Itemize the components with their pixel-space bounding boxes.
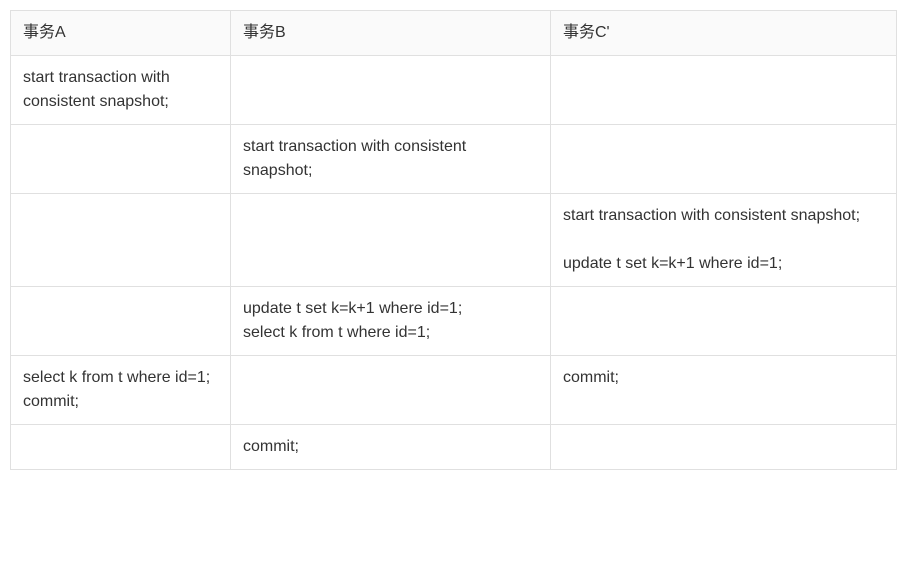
cell: commit; [231, 425, 551, 470]
table-header-row: 事务A 事务B 事务C' [11, 11, 897, 56]
cell [231, 56, 551, 125]
cell: commit; [551, 356, 897, 425]
header-transaction-c: 事务C' [551, 11, 897, 56]
header-transaction-b: 事务B [231, 11, 551, 56]
table-row: update t set k=k+1 where id=1; select k … [11, 287, 897, 356]
table-row: start transaction with consistent snapsh… [11, 125, 897, 194]
table-row: start transaction with consistent snapsh… [11, 56, 897, 125]
table-row: commit; [11, 425, 897, 470]
cell [231, 356, 551, 425]
table-row: start transaction with consistent snapsh… [11, 194, 897, 287]
cell: start transaction with consistent snapsh… [231, 125, 551, 194]
transaction-table: 事务A 事务B 事务C' start transaction with cons… [10, 10, 897, 470]
header-transaction-a: 事务A [11, 11, 231, 56]
cell [551, 425, 897, 470]
cell [231, 194, 551, 287]
cell [11, 287, 231, 356]
cell [551, 56, 897, 125]
cell [551, 125, 897, 194]
cell: start transaction with consistent snapsh… [11, 56, 231, 125]
cell: update t set k=k+1 where id=1; select k … [231, 287, 551, 356]
cell [11, 194, 231, 287]
cell: start transaction with consistent snapsh… [551, 194, 897, 287]
cell [11, 425, 231, 470]
table-row: select k from t where id=1; commit; comm… [11, 356, 897, 425]
cell: select k from t where id=1; commit; [11, 356, 231, 425]
cell [551, 287, 897, 356]
cell [11, 125, 231, 194]
